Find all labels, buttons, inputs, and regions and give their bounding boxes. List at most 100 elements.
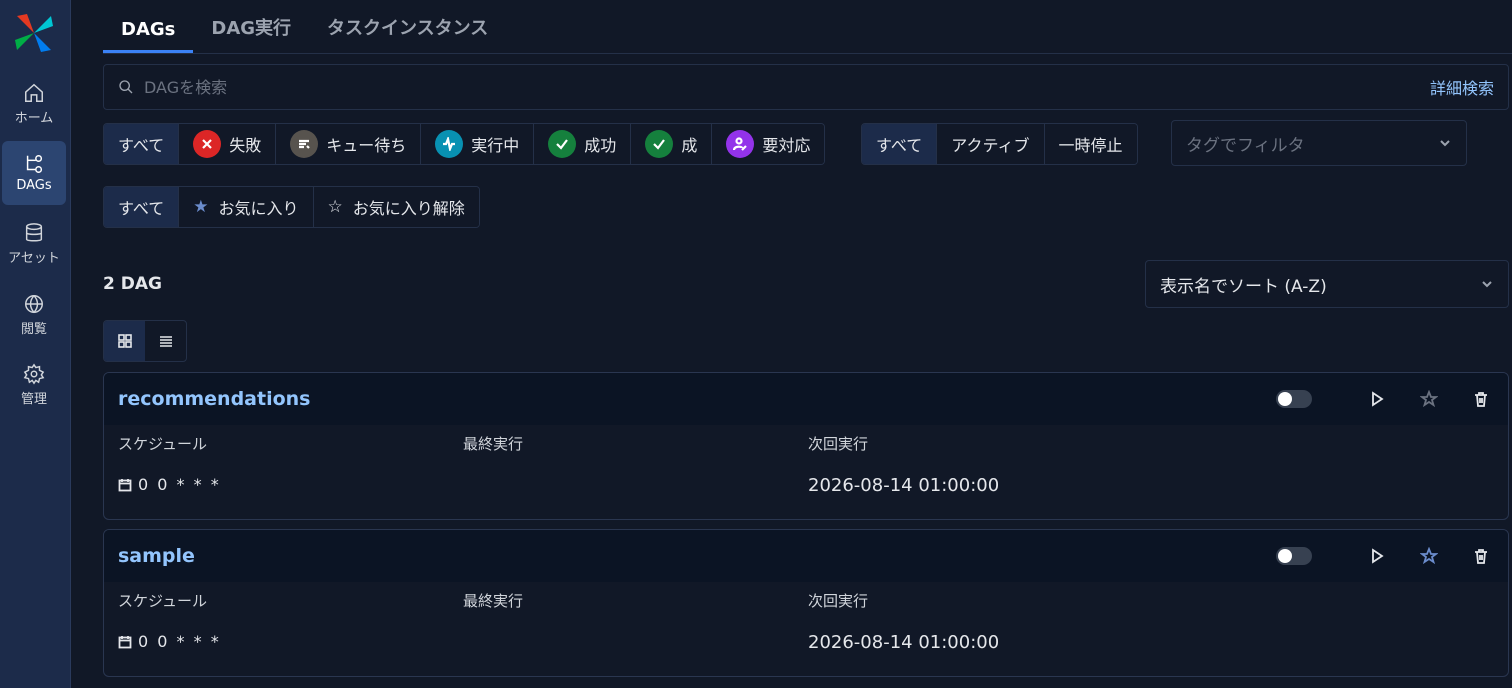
filter-label: お気に入り xyxy=(218,199,299,218)
favorite-filter-favorites[interactable]: ★ お気に入り xyxy=(179,187,314,227)
schedule-cron: 0 0 * * * xyxy=(138,475,221,494)
sidebar-item-label: アセット xyxy=(8,251,60,266)
active-filter-all[interactable]: すべて xyxy=(862,124,938,164)
schedule-value: 0 0 * * * xyxy=(118,475,221,494)
filter-label: すべて xyxy=(118,136,165,155)
sidebar-item-assets[interactable]: アセット xyxy=(2,212,66,276)
favorite-filter-unfavorites[interactable]: ☆ お気に入り解除 xyxy=(313,187,479,227)
state-filter-running[interactable]: 実行中 xyxy=(421,124,535,164)
trash-icon xyxy=(1475,549,1487,564)
globe-icon xyxy=(25,295,43,314)
star-filled-icon: ★ xyxy=(193,197,209,217)
calendar-icon xyxy=(118,635,132,648)
pause-toggle[interactable] xyxy=(1276,390,1312,408)
filter-label: お気に入り解除 xyxy=(352,199,465,218)
list-view-button[interactable] xyxy=(145,321,186,361)
next-run-header: 次回実行 xyxy=(808,592,869,610)
delete-button[interactable] xyxy=(1468,543,1494,569)
next-run-header: 次回実行 xyxy=(808,435,869,453)
state-filter-queued[interactable]: キュー待ち xyxy=(276,124,422,164)
schedule-header: スケジュール xyxy=(118,592,207,610)
favorite-filter-group: すべて ★ お気に入り ☆ お気に入り解除 xyxy=(103,186,480,228)
sidebar-item-home[interactable]: ホーム xyxy=(2,72,66,136)
advanced-search-link[interactable]: 詳細検索 xyxy=(1430,75,1494,99)
dag-card: recommendations スケジュール 最終実行 次回実行 0 0 * *… xyxy=(103,372,1509,520)
filter-label: 成 xyxy=(681,136,698,155)
sidebar-item-admin[interactable]: 管理 xyxy=(2,353,66,417)
activity-icon xyxy=(435,130,464,158)
tag-filter-placeholder: タグでフィルタ xyxy=(1186,135,1305,156)
star-icon xyxy=(1420,390,1438,408)
filter-label: キュー待ち xyxy=(326,136,407,155)
sidebar-item-label: ホーム xyxy=(14,111,54,126)
calendar-icon xyxy=(118,478,132,491)
dag-title-link[interactable]: sample xyxy=(118,545,195,567)
gear-icon xyxy=(23,363,45,385)
last-run-header: 最終実行 xyxy=(463,435,524,453)
pause-toggle[interactable] xyxy=(1276,547,1312,565)
schedule-value: 0 0 * * * xyxy=(118,632,221,651)
trash-icon xyxy=(1475,392,1487,407)
star-icon xyxy=(1420,547,1438,565)
trigger-button[interactable] xyxy=(1364,386,1390,412)
schedule-cron: 0 0 * * * xyxy=(138,632,221,651)
tab-task-instances[interactable]: タスクインスタンス xyxy=(309,14,506,53)
sort-label: 表示名でソート (A-Z) xyxy=(1160,276,1327,297)
dag-actions xyxy=(1276,386,1494,412)
tag-filter-select[interactable]: タグでフィルタ xyxy=(1171,120,1467,166)
chevron-down-icon xyxy=(1482,281,1492,288)
state-filter-success[interactable]: 成功 xyxy=(534,124,632,164)
dag-card-body: スケジュール 最終実行 次回実行 0 0 * * * 2026-08-14 01… xyxy=(104,425,1508,519)
dags-icon xyxy=(26,155,43,173)
dag-card-header: recommendations xyxy=(104,373,1508,425)
home-icon xyxy=(25,83,43,102)
filter-label: 要対応 xyxy=(762,136,811,155)
state-filter-needs-action[interactable]: 要対応 xyxy=(712,124,825,164)
star-outline-icon: ☆ xyxy=(327,197,343,217)
state-filter-all[interactable]: すべて xyxy=(104,124,180,164)
active-filter-active[interactable]: アクティブ xyxy=(937,124,1045,164)
filter-label: 実行中 xyxy=(471,136,520,155)
state-filter-failed[interactable]: 失敗 xyxy=(179,124,277,164)
active-filter-group: すべて アクティブ 一時停止 xyxy=(861,123,1138,165)
favorite-button[interactable] xyxy=(1416,543,1442,569)
sidebar: ホーム DAGs アセット 閲覧 管理 xyxy=(0,0,71,688)
tab-bar: DAGs DAG実行 タスクインスタンス xyxy=(103,0,1512,54)
sort-select[interactable]: 表示名でソート (A-Z) xyxy=(1145,260,1509,308)
tab-dag-runs[interactable]: DAG実行 xyxy=(193,14,309,53)
search-icon xyxy=(119,80,133,94)
schedule-header: スケジュール xyxy=(118,435,207,453)
dag-actions xyxy=(1276,543,1494,569)
search-input[interactable] xyxy=(144,77,1430,97)
airflow-logo[interactable] xyxy=(13,12,55,54)
list-icon xyxy=(159,336,172,347)
main-content: DAGs DAG実行 タスクインスタンス 詳細検索 すべて 失敗 キュー待ち 実… xyxy=(71,0,1512,688)
state-filter-success-2[interactable]: 成 xyxy=(631,124,713,164)
favorite-button[interactable] xyxy=(1416,386,1442,412)
check-icon xyxy=(548,130,577,158)
sidebar-item-label: 管理 xyxy=(20,392,47,407)
dag-card: sample スケジュール 最終実行 次回実行 0 0 * * * 2026-0… xyxy=(103,529,1509,677)
active-filter-paused[interactable]: 一時停止 xyxy=(1044,124,1137,164)
filter-label: 失敗 xyxy=(229,136,262,155)
sidebar-item-browse[interactable]: 閲覧 xyxy=(2,283,66,347)
x-icon xyxy=(193,130,222,158)
next-run-value: 2026-08-14 01:00:00 xyxy=(808,475,1000,496)
dag-title-link[interactable]: recommendations xyxy=(118,388,311,410)
chevron-down-icon xyxy=(1440,140,1450,147)
queue-icon xyxy=(290,130,319,158)
trigger-button[interactable] xyxy=(1364,543,1390,569)
play-icon xyxy=(1372,391,1384,407)
favorite-filter-all[interactable]: すべて xyxy=(104,187,180,227)
dag-count: 2 DAG xyxy=(103,274,162,294)
delete-button[interactable] xyxy=(1468,386,1494,412)
user-edit-icon xyxy=(726,130,755,158)
dag-card-body: スケジュール 最終実行 次回実行 0 0 * * * 2026-08-14 01… xyxy=(104,582,1508,676)
card-view-button[interactable] xyxy=(104,321,145,361)
database-icon xyxy=(25,223,43,242)
view-toggle xyxy=(103,320,187,362)
tab-dags[interactable]: DAGs xyxy=(103,19,194,53)
check-icon xyxy=(645,130,674,158)
sidebar-item-dags[interactable]: DAGs xyxy=(2,141,66,205)
state-filter-group: すべて 失敗 キュー待ち 実行中 成功 成 要対応 xyxy=(103,123,826,165)
